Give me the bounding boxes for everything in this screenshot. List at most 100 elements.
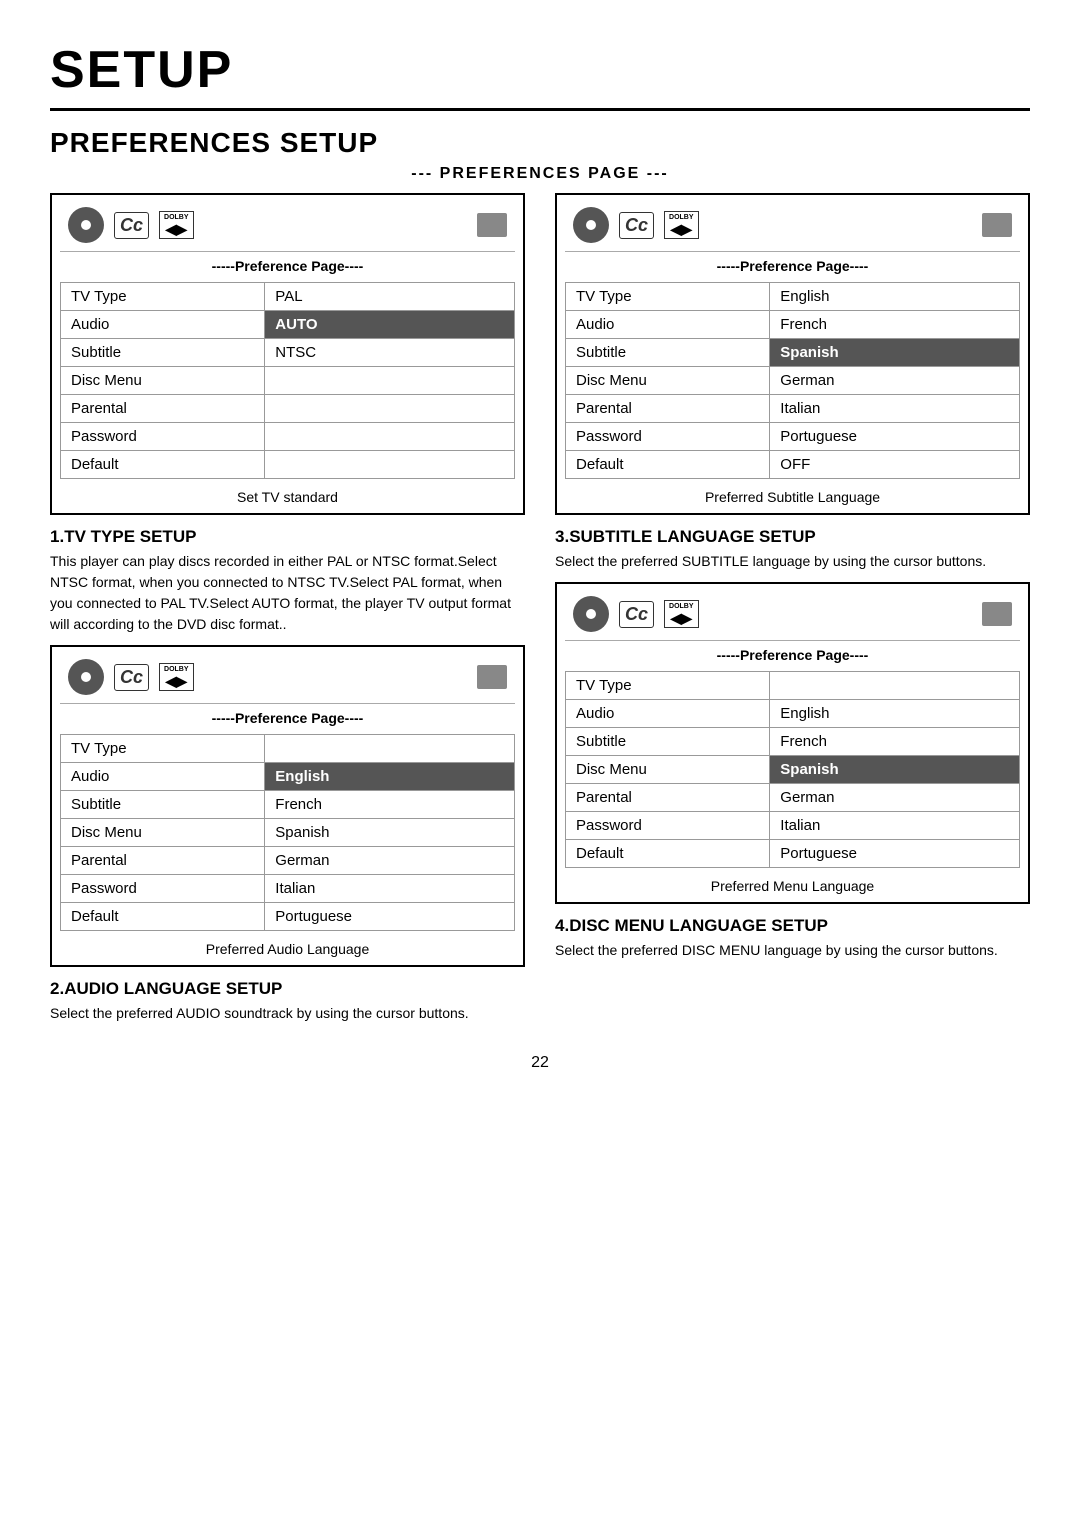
label-cell: Disc Menu [61,367,265,395]
section3-body: Select the preferred SUBTITLE language b… [555,551,1030,572]
main-columns: Cc DOLBY ◀▶ -----Preference Page---- TV … [50,193,1030,1034]
label-cell: Default [566,840,770,868]
table-row: Audio AUTO [61,311,515,339]
label-cell: Password [566,423,770,451]
value-cell-highlight: English [265,763,515,791]
value-cell: Italian [265,875,515,903]
settings-icon-4 [982,602,1012,626]
dolby-icon-4: DOLBY ◀▶ [664,600,699,628]
table-row: Default Portuguese [566,840,1020,868]
value-cell: French [265,791,515,819]
dvd-icons-row-1: Cc DOLBY ◀▶ [60,203,515,252]
section4-body: Select the preferred DISC MENU language … [555,940,1030,961]
value-cell-highlight: Spanish [770,756,1020,784]
table-row: Default OFF [566,451,1020,479]
label-cell: TV Type [61,283,265,311]
table-row: Audio French [566,311,1020,339]
disc-icon-4 [573,596,609,632]
value-cell: Spanish [265,819,515,847]
box2-caption: Preferred Subtitle Language [565,485,1020,505]
table-row: Audio English [61,763,515,791]
value-cell: German [265,847,515,875]
value-cell: French [770,311,1020,339]
dolby-icon-1: DOLBY ◀▶ [159,211,194,239]
settings-icon-2 [982,213,1012,237]
label-cell: Parental [61,847,265,875]
box3-pref-label: -----Preference Page---- [60,710,515,726]
table-row: Subtitle French [61,791,515,819]
table-row: Password Italian [566,812,1020,840]
dvd-box-4: Cc DOLBY ◀▶ -----Preference Page---- TV … [555,582,1030,904]
cc-icon-2: Cc [619,212,654,239]
disc-icon-2 [573,207,609,243]
box1-table: TV Type PAL Audio AUTO Subtitle NTSC Dis… [60,282,515,479]
dolby-icon-3: DOLBY ◀▶ [159,663,194,691]
value-cell: Portuguese [770,840,1020,868]
dvd-icons-row-3: Cc DOLBY ◀▶ [60,655,515,704]
section-2: 2.AUDIO LANGUAGE SETUP Select the prefer… [50,979,525,1024]
box3-caption: Preferred Audio Language [60,937,515,957]
label-cell: Audio [61,763,265,791]
table-row: Disc Menu [61,367,515,395]
title-divider [50,108,1030,111]
box4-pref-label: -----Preference Page---- [565,647,1020,663]
value-cell-highlight: Spanish [770,339,1020,367]
preferences-heading: PREFERENCES SETUP [50,127,1030,159]
pref-page-label: --- PREFERENCES PAGE --- [50,165,1030,183]
label-cell: Disc Menu [61,819,265,847]
value-cell [265,735,515,763]
box4-caption: Preferred Menu Language [565,874,1020,894]
table-row: Disc Menu Spanish [566,756,1020,784]
table-row: Subtitle NTSC [61,339,515,367]
value-cell: German [770,367,1020,395]
label-cell: Password [566,812,770,840]
cc-icon-4: Cc [619,601,654,628]
label-cell: Parental [566,395,770,423]
dvd-box-3: Cc DOLBY ◀▶ -----Preference Page---- TV … [50,645,525,967]
box4-table: TV Type Audio English Subtitle French Di… [565,671,1020,868]
cc-icon-1: Cc [114,212,149,239]
table-row: Disc Menu German [566,367,1020,395]
dvd-icons-row-2: Cc DOLBY ◀▶ [565,203,1020,252]
table-row: Default Portuguese [61,903,515,931]
label-cell: TV Type [566,283,770,311]
disc-icon-1 [68,207,104,243]
table-row: Parental German [566,784,1020,812]
label-cell: Subtitle [61,791,265,819]
label-cell: Default [61,451,265,479]
table-row: TV Type [61,735,515,763]
box2-pref-label: -----Preference Page---- [565,258,1020,274]
settings-icon-3 [477,665,507,689]
table-row: Parental [61,395,515,423]
section-4: 4.DISC MENU LANGUAGE SETUP Select the pr… [555,916,1030,961]
value-cell: German [770,784,1020,812]
label-cell: Password [61,423,265,451]
value-cell [265,395,515,423]
value-cell [265,451,515,479]
table-row: Subtitle French [566,728,1020,756]
table-row: Audio English [566,700,1020,728]
disc-icon-3 [68,659,104,695]
dvd-box-2: Cc DOLBY ◀▶ -----Preference Page---- TV … [555,193,1030,515]
label-cell: Subtitle [566,728,770,756]
label-cell: Subtitle [61,339,265,367]
value-cell: Portuguese [265,903,515,931]
value-cell: Portuguese [770,423,1020,451]
right-column: Cc DOLBY ◀▶ -----Preference Page---- TV … [555,193,1030,1034]
box1-pref-label: -----Preference Page---- [60,258,515,274]
value-cell: English [770,283,1020,311]
value-cell [770,672,1020,700]
label-cell: Disc Menu [566,756,770,784]
value-cell: Italian [770,395,1020,423]
label-cell: Audio [566,700,770,728]
value-cell: NTSC [265,339,515,367]
table-row: Parental German [61,847,515,875]
table-row: TV Type [566,672,1020,700]
table-row: Parental Italian [566,395,1020,423]
table-row: Password [61,423,515,451]
dolby-icon-2: DOLBY ◀▶ [664,211,699,239]
value-cell: French [770,728,1020,756]
section4-title: 4.DISC MENU LANGUAGE SETUP [555,916,1030,936]
value-cell [265,367,515,395]
table-row: Subtitle Spanish [566,339,1020,367]
